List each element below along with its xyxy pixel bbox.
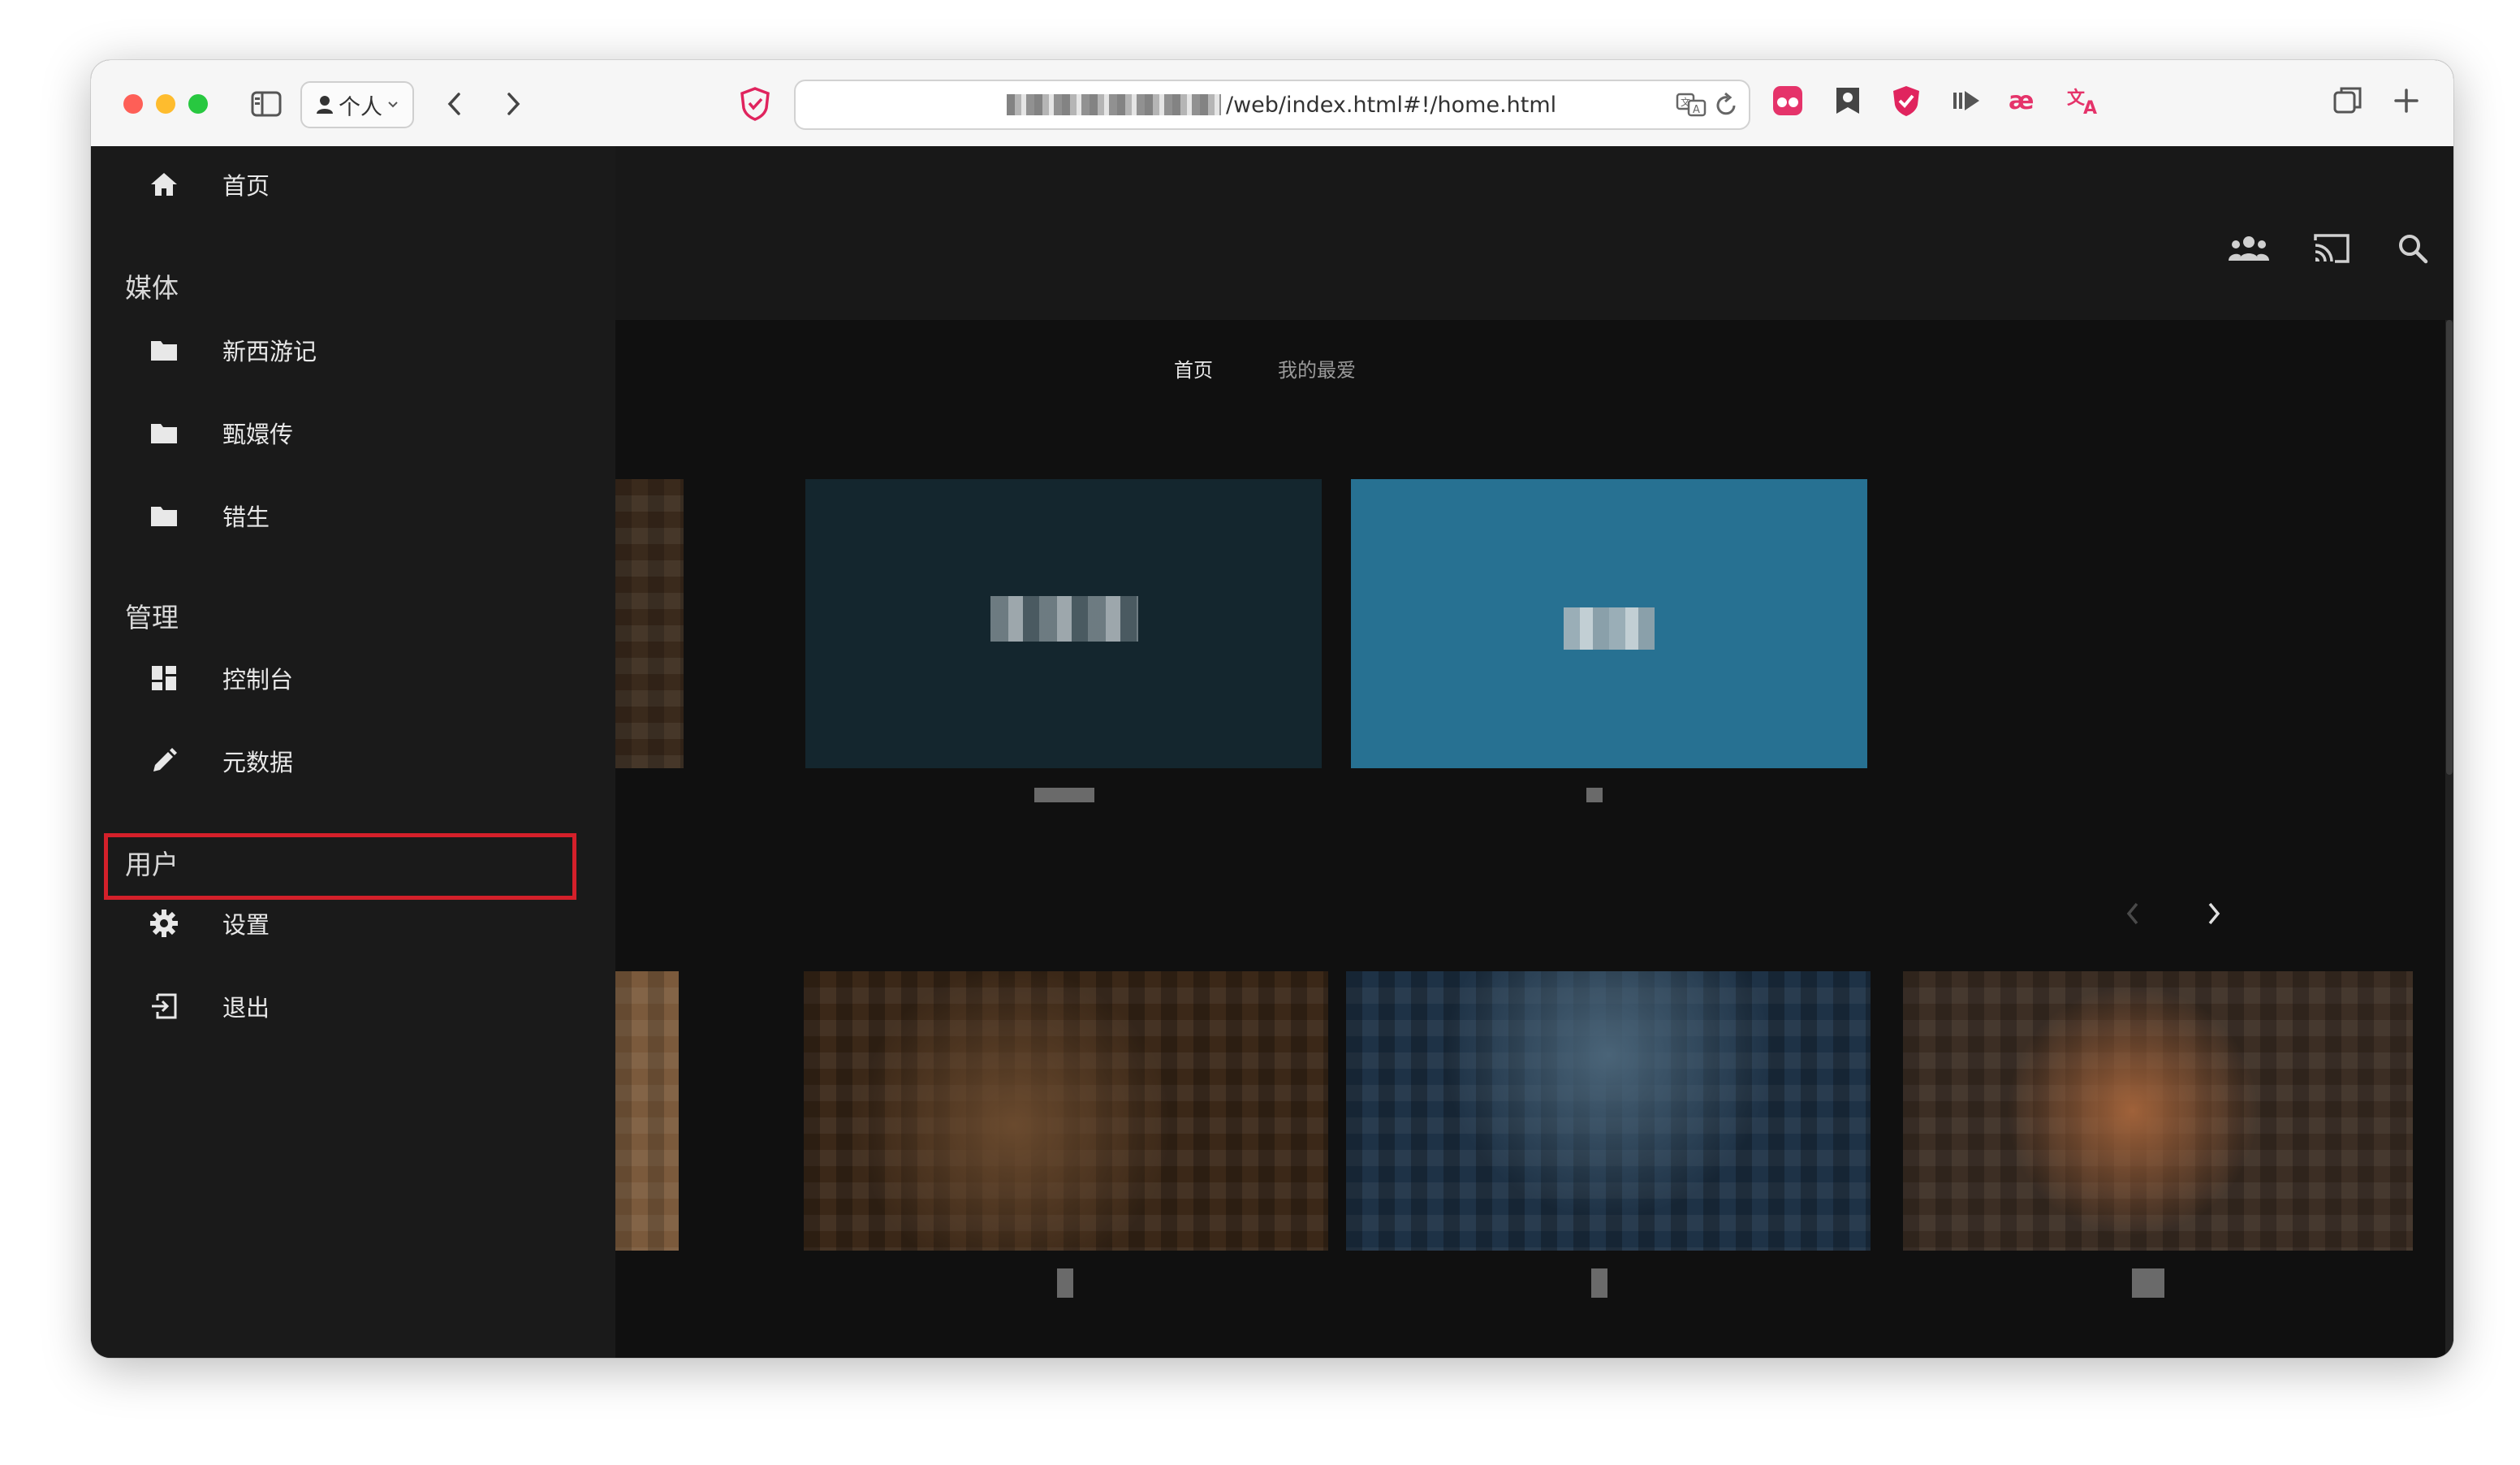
sidebar-item-dashboard[interactable]: 控制台: [91, 642, 615, 715]
chevron-right-icon: [507, 93, 520, 115]
annotation-highlight-box: [104, 833, 576, 900]
library-logo-redacted: [1564, 607, 1655, 650]
media-card[interactable]: [804, 971, 1328, 1298]
sidebar-item-metadata[interactable]: 元数据: [91, 724, 615, 797]
media-card-partial[interactable]: [615, 971, 679, 1251]
folder-icon: [148, 417, 180, 449]
tab-home[interactable]: 首页: [1174, 354, 1213, 382]
library-card[interactable]: [805, 479, 1322, 802]
extension-play-icon[interactable]: [1948, 83, 1984, 119]
chevron-left-icon: [447, 93, 460, 115]
extension-bookmark-icon[interactable]: [1830, 83, 1866, 119]
sidebar-item-label: 新西游记: [222, 338, 317, 365]
svg-text:æ: æ: [2009, 87, 2034, 115]
sidebar-item-library[interactable]: 错生: [91, 479, 615, 552]
edit-icon: [148, 745, 180, 777]
browser-toolbar: 个人 /web/index.html#!/home.html 文A æ 文 A: [91, 60, 2453, 147]
chevron-left-icon: [2126, 902, 2138, 925]
folder-icon: [148, 499, 180, 532]
new-tab-icon[interactable]: [2388, 83, 2424, 119]
sidebar-item-library[interactable]: 新西游记: [91, 313, 615, 387]
row-scroll-right-button[interactable]: [2194, 893, 2234, 934]
sidebar-item-logout[interactable]: 退出: [91, 970, 615, 1043]
browser-window: 个人 /web/index.html#!/home.html 文A æ 文 A …: [91, 60, 2453, 1358]
sidebar-item-label: 设置: [222, 911, 270, 939]
url-text: /web/index.html#!/home.html: [1226, 93, 1557, 118]
extension-translate-icon[interactable]: 文A: [2067, 83, 2103, 119]
zoom-window-button[interactable]: [188, 94, 208, 114]
media-thumbnail: [1903, 971, 2413, 1251]
sidebar-item-label: 首页: [222, 172, 270, 200]
page-scrollbar[interactable]: [2445, 320, 2453, 1358]
address-bar[interactable]: /web/index.html#!/home.html 文A: [794, 80, 1750, 130]
tab-overview-icon[interactable]: [2330, 83, 2366, 119]
search-icon[interactable]: [2390, 226, 2436, 271]
media-card[interactable]: [1346, 971, 1871, 1298]
section-header-media: 媒体: [125, 272, 179, 304]
back-button[interactable]: [438, 88, 471, 120]
library-card-partial[interactable]: [615, 479, 684, 768]
home-icon: [148, 168, 180, 201]
app-header: 首页 我的最爱: [615, 146, 2453, 382]
dashboard-icon: [148, 662, 180, 694]
section-header-admin: 管理: [125, 602, 179, 633]
library-card[interactable]: [1351, 479, 1867, 802]
person-icon: [317, 96, 333, 114]
tab-favorites[interactable]: 我的最爱: [1278, 354, 1356, 382]
library-title-redacted: [1586, 788, 1603, 802]
media-title-redacted: [1057, 1268, 1073, 1298]
close-window-button[interactable]: [123, 94, 143, 114]
sidebar-item-label: 退出: [222, 994, 270, 1022]
row-scroll-left-button[interactable]: [2112, 893, 2153, 934]
sidebar: 首页 媒体 新西游记 甄嬛传 错生 管理 控制台 元数据 用户 设置 退出: [91, 146, 615, 1358]
extension-shield-check-icon[interactable]: [1888, 83, 1924, 119]
reload-icon[interactable]: [1713, 91, 1739, 119]
users-icon[interactable]: [2226, 226, 2272, 271]
chevron-right-icon: [2208, 902, 2220, 925]
main-content: 首页 我的最爱: [615, 146, 2453, 1358]
media-title-redacted: [1591, 1268, 1607, 1298]
sidebar-item-label: 元数据: [222, 749, 294, 776]
cast-icon[interactable]: [2309, 226, 2354, 271]
minimize-window-button[interactable]: [156, 94, 175, 114]
svg-text:A: A: [2083, 98, 2097, 117]
media-thumbnail: [1346, 971, 1871, 1251]
forward-button[interactable]: [497, 88, 529, 120]
folder-icon: [148, 334, 180, 366]
sidebar-item-label: 控制台: [222, 666, 294, 694]
media-title-redacted: [2132, 1268, 2164, 1298]
shield-icon[interactable]: [737, 86, 773, 122]
media-card[interactable]: [1903, 971, 2413, 1298]
chevron-down-icon: [388, 102, 398, 108]
extension-ae-icon[interactable]: æ: [2007, 83, 2043, 119]
sidebar-item-label: 错生: [222, 503, 270, 531]
url-redacted-host: [1007, 94, 1221, 115]
svg-text:A: A: [1693, 104, 1700, 116]
media-thumbnail: [804, 971, 1328, 1251]
sidebar-item-home[interactable]: 首页: [91, 148, 615, 221]
library-title-redacted: [1034, 788, 1094, 802]
scrollbar-thumb[interactable]: [2446, 320, 2453, 775]
sidebar-toggle-icon[interactable]: [250, 88, 283, 120]
sidebar-item-label: 甄嬛传: [222, 421, 294, 448]
sidebar-item-library[interactable]: 甄嬛传: [91, 396, 615, 469]
library-logo-redacted: [990, 596, 1138, 642]
translate-icon[interactable]: 文A: [1676, 91, 1707, 119]
profile-label: 个人: [339, 94, 382, 120]
logout-icon: [148, 990, 180, 1022]
extension-tomato-icon[interactable]: [1770, 83, 1806, 119]
gear-icon: [148, 907, 180, 940]
profile-switcher[interactable]: 个人: [300, 81, 414, 128]
